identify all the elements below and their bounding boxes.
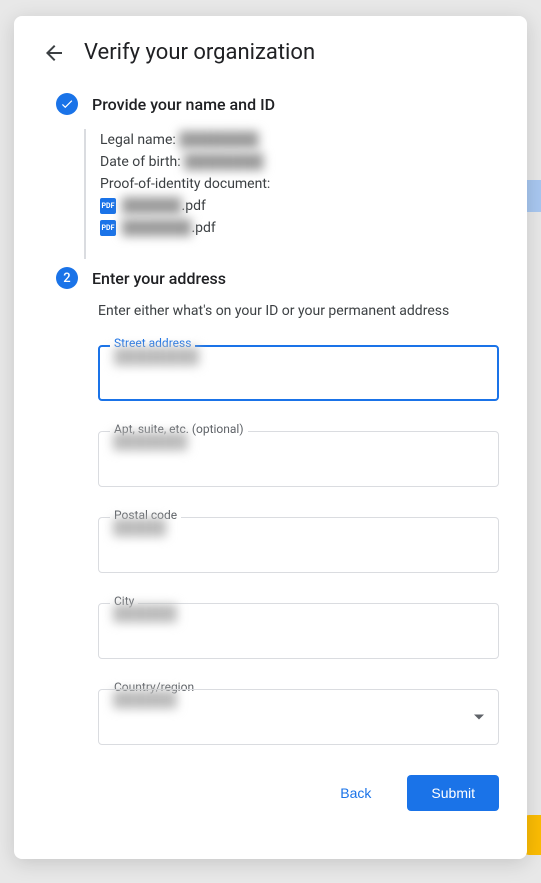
- chevron-down-icon: [474, 715, 484, 720]
- street-input[interactable]: ████████: [98, 345, 499, 401]
- country-field: Country/region ██████: [98, 689, 499, 745]
- page-title: Verify your organization: [84, 40, 315, 65]
- file-row-1: PDF ██████.pdf: [100, 195, 499, 217]
- file-row-2: PDF ███████.pdf: [100, 217, 499, 239]
- country-select[interactable]: ██████: [98, 689, 499, 745]
- step-1-label: Provide your name and ID: [92, 95, 275, 114]
- postal-field: Postal code █████: [98, 517, 499, 573]
- dob-label: Date of birth:: [100, 154, 181, 170]
- back-arrow-icon[interactable]: [42, 41, 66, 65]
- dob-value: ████████: [184, 151, 263, 173]
- apt-field: Apt, suite, etc. (optional) ███████: [98, 431, 499, 487]
- back-button[interactable]: Back: [316, 775, 395, 811]
- step-2-label: Enter your address: [92, 269, 226, 288]
- legal-name-row: Legal name: ████████: [100, 129, 499, 151]
- legal-name-label: Legal name:: [100, 132, 176, 148]
- street-address-field: Street address ████████: [98, 345, 499, 401]
- bg-decoration: [527, 180, 541, 212]
- dob-row: Date of birth: ████████: [100, 151, 499, 173]
- doc-label: Proof-of-identity document:: [100, 173, 499, 195]
- file-1-ext: .pdf: [182, 198, 206, 214]
- city-input[interactable]: ██████: [98, 603, 499, 659]
- city-field: City ██████: [98, 603, 499, 659]
- action-row: Back Submit: [98, 775, 499, 811]
- file-2-ext: .pdf: [191, 220, 215, 236]
- step-complete-icon: [56, 93, 78, 115]
- file-2-name: ███████: [122, 217, 191, 239]
- step-2-content: Enter either what's on your ID or your p…: [84, 303, 499, 811]
- verify-organization-modal: Verify your organization Provide your na…: [14, 16, 527, 859]
- step-2-header: 2 Enter your address: [42, 267, 499, 289]
- step-1-header: Provide your name and ID: [42, 93, 499, 115]
- file-1-name: ██████: [122, 195, 182, 217]
- submit-button[interactable]: Submit: [407, 775, 499, 811]
- step-number-badge: 2: [56, 267, 78, 289]
- legal-name-value: ████████: [179, 129, 258, 151]
- pdf-icon: PDF: [100, 198, 116, 214]
- step-1-content: Legal name: ████████ Date of birth: ████…: [84, 129, 499, 259]
- postal-input[interactable]: █████: [98, 517, 499, 573]
- modal-header: Verify your organization: [42, 40, 499, 65]
- apt-input[interactable]: ███████: [98, 431, 499, 487]
- address-hint: Enter either what's on your ID or your p…: [98, 303, 499, 319]
- pdf-icon: PDF: [100, 220, 116, 236]
